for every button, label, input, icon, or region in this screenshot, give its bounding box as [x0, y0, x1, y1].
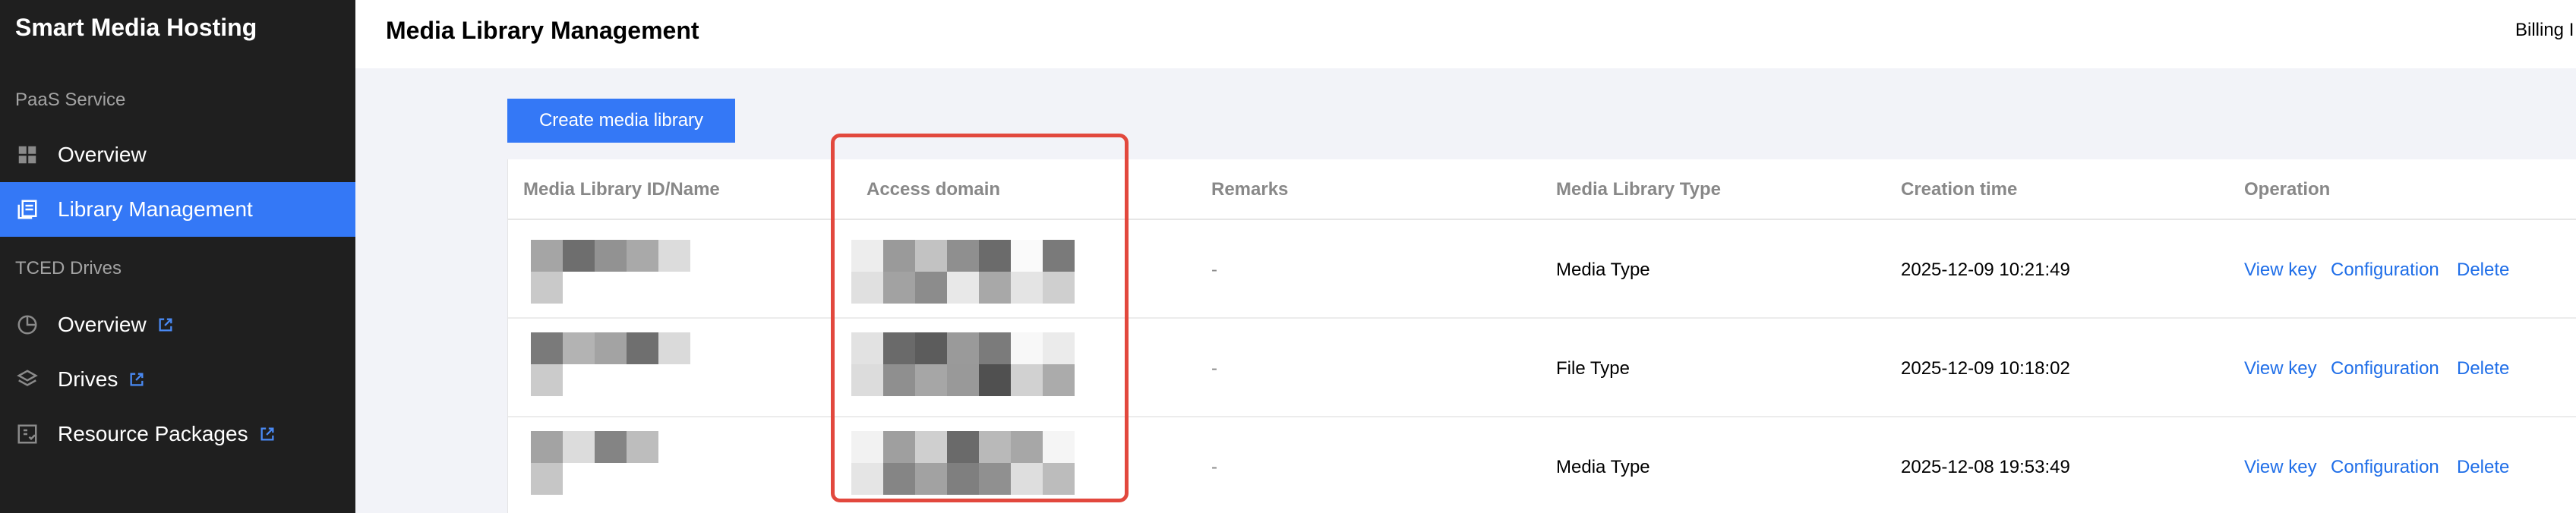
table-row: - Media Type 2025-12-09 10:21:49 View ke…: [508, 220, 2576, 319]
sidebar-item-overview[interactable]: Overview: [0, 127, 355, 182]
table-row: - File Type 2025-12-09 10:18:02 View key…: [508, 319, 2576, 417]
brand-title: Smart Media Hosting: [15, 14, 257, 41]
redacted-access-domain: [851, 332, 1075, 396]
billing-link[interactable]: Billing I: [2515, 20, 2576, 41]
media-library-table: Media Library ID/Name Access domain Rema…: [507, 159, 2576, 513]
sidebar-item-resource-packages[interactable]: Resource Packages: [0, 407, 355, 461]
column-header-operation: Operation: [2244, 179, 2331, 200]
sidebar-item-label: Resource Packages: [58, 422, 248, 445]
external-link-icon: [259, 426, 276, 442]
section-label-tced: TCED Drives: [15, 258, 122, 279]
column-header-remarks: Remarks: [1211, 179, 1289, 200]
column-header-creation-time: Creation time: [1901, 179, 2018, 200]
top-header: Media Library Management Billing I: [355, 0, 2576, 68]
column-header-type: Media Library Type: [1556, 179, 1721, 200]
delete-link[interactable]: Delete: [2457, 260, 2509, 281]
section-label-paas: PaaS Service: [15, 90, 126, 110]
sidebar-item-label: Overview: [58, 143, 147, 166]
table-row: - Media Type 2025-12-08 19:53:49 View ke…: [508, 417, 2576, 513]
sidebar-item-drives[interactable]: Drives: [0, 352, 355, 407]
redacted-library-name: [531, 431, 658, 495]
sidebar-item-label: Library Management: [58, 197, 253, 221]
pie-chart-icon: [15, 313, 39, 337]
column-header-id-name: Media Library ID/Name: [523, 179, 720, 200]
layers-icon: [15, 367, 39, 392]
type-cell: Media Type: [1556, 260, 1650, 280]
redacted-library-name: [531, 332, 690, 396]
view-key-link[interactable]: View key: [2244, 358, 2317, 379]
package-icon: [15, 422, 39, 446]
table-header: Media Library ID/Name Access domain Rema…: [508, 159, 2576, 220]
view-key-link[interactable]: View key: [2244, 260, 2317, 281]
sidebar-item-label: Drives: [58, 367, 118, 391]
redacted-access-domain: [851, 240, 1075, 304]
remarks-cell: -: [1211, 260, 1217, 280]
redacted-library-name: [531, 240, 690, 304]
creation-time-cell: 2025-12-09 10:18:02: [1901, 358, 2070, 379]
column-header-access-domain: Access domain: [867, 179, 1001, 200]
creation-time-cell: 2025-12-08 19:53:49: [1901, 457, 2070, 477]
delete-link[interactable]: Delete: [2457, 358, 2509, 379]
remarks-cell: -: [1211, 358, 1217, 379]
creation-time-cell: 2025-12-09 10:21:49: [1901, 260, 2070, 280]
library-icon: [15, 197, 39, 222]
sidebar-item-label: Overview: [58, 313, 147, 336]
redacted-access-domain: [851, 431, 1075, 495]
sidebar: Smart Media Hosting PaaS Service Overvie…: [0, 0, 355, 513]
type-cell: Media Type: [1556, 457, 1650, 477]
configuration-link[interactable]: Configuration: [2331, 260, 2439, 281]
delete-link[interactable]: Delete: [2457, 457, 2509, 478]
remarks-cell: -: [1211, 457, 1217, 477]
view-key-link[interactable]: View key: [2244, 457, 2317, 478]
configuration-link[interactable]: Configuration: [2331, 457, 2439, 478]
page-title: Media Library Management: [386, 17, 699, 44]
sidebar-item-library-management[interactable]: Library Management: [0, 182, 355, 237]
sidebar-item-tced-overview[interactable]: Overview: [0, 297, 355, 352]
grid-icon: [15, 143, 39, 167]
create-media-library-button[interactable]: Create media library: [507, 99, 735, 143]
configuration-link[interactable]: Configuration: [2331, 358, 2439, 379]
type-cell: File Type: [1556, 358, 1630, 379]
external-link-icon: [128, 371, 145, 388]
external-link-icon: [157, 316, 174, 333]
